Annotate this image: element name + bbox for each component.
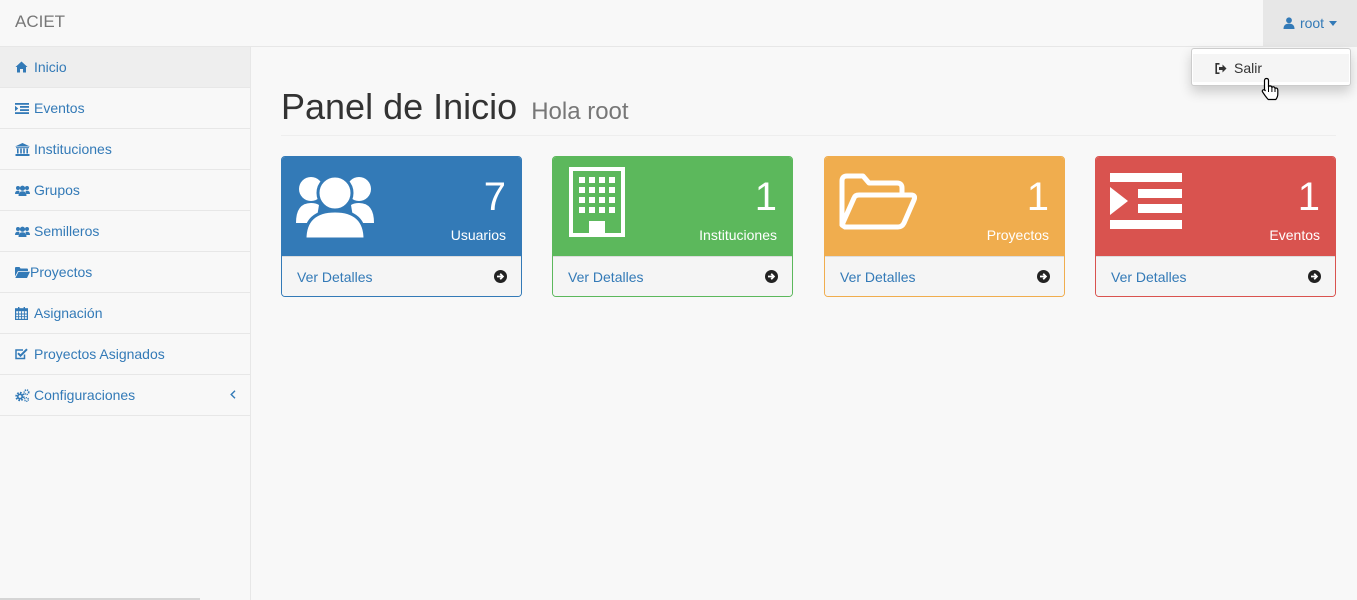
ver-detalles-instituciones-link[interactable]: Ver Detalles [553,256,792,296]
user-menu-toggle[interactable]: root [1263,0,1357,46]
panel-usuarios: 7 Usuarios Ver Detalles [281,156,522,297]
arrow-circle-right-icon [765,270,778,283]
sidebar-item-grupos[interactable]: Grupos [0,170,250,211]
panel-proyectos: 1 Proyectos Ver Detalles [824,156,1065,297]
building-icon [569,167,625,237]
sidebar: Inicio Eventos Instituciones Grupos Semi… [0,47,251,600]
logout-label: Salir [1234,60,1263,76]
ver-detalles-proyectos-link[interactable]: Ver Detalles [825,256,1064,296]
sidebar-item-semilleros[interactable]: Semilleros [0,211,250,252]
sidebar-item-label: Eventos [34,100,85,116]
footer-label: Ver Detalles [297,268,373,285]
sidebar-item-configuraciones[interactable]: Configuraciones [0,375,250,416]
page-header: Panel de Inicio Hola root [281,85,1336,136]
footer-label: Ver Detalles [840,268,916,285]
sidebar-item-label: Instituciones [34,141,112,157]
footer-label: Ver Detalles [568,268,644,285]
panel-heading: 1 Instituciones [553,157,792,256]
sidebar-item-label: Configuraciones [34,387,136,403]
sidebar-item-proyectos[interactable]: Proyectos [0,252,250,293]
caret-down-icon [1329,20,1338,26]
users-icon [15,226,30,237]
sidebar-item-label: Proyectos [30,264,93,280]
users-icon [296,174,374,239]
ver-detalles-eventos-link[interactable]: Ver Detalles [1096,256,1335,296]
panel-count: 1 [1297,175,1320,219]
panel-instituciones: 1 Instituciones Ver Detalles [552,156,793,297]
hand-pointer-cursor-icon [1261,77,1279,101]
sidebar-item-label: Grupos [34,182,80,198]
folder-open-icon [839,173,917,230]
page-title: Panel de Inicio Hola root [281,86,629,127]
sidebar-item-eventos[interactable]: Eventos [0,88,250,129]
users-icon [15,185,30,196]
bank-icon [15,142,30,156]
panel-label: Instituciones [699,227,777,243]
sidebar-item-label: Asignación [34,305,103,321]
sidebar-item-instituciones[interactable]: Instituciones [0,129,250,170]
panel-label: Proyectos [986,227,1049,243]
chevron-left-icon [230,390,236,399]
check-square-icon [15,348,28,360]
panel-count: 1 [754,175,777,219]
panel-label: Eventos [1269,227,1320,243]
sidebar-item-label: Inicio [34,59,67,75]
sidebar-item-asignacion[interactable]: Asignación [0,293,250,334]
ver-detalles-usuarios-link[interactable]: Ver Detalles [282,256,521,296]
arrow-circle-right-icon [1308,270,1321,283]
sidebar-item-inicio[interactable]: Inicio [0,47,250,88]
sidebar-item-label: Proyectos Asignados [34,346,165,362]
panel-heading: 1 Proyectos [825,157,1064,256]
panel-count: 1 [1026,175,1049,219]
sidebar-item-proyectos-asignados[interactable]: Proyectos Asignados [0,334,250,375]
panel-heading: 7 Usuarios [282,157,521,256]
user-icon [1283,17,1295,29]
folder-open-icon [15,266,30,278]
panel-heading: 1 Eventos [1096,157,1335,256]
indent-icon [15,102,29,114]
panel-count: 7 [483,175,506,219]
brand-logo[interactable]: ACIET [15,0,65,46]
arrow-circle-right-icon [1037,270,1050,283]
calendar-icon [15,306,28,320]
indent-icon [1110,173,1182,229]
sign-out-icon [1215,62,1227,74]
footer-label: Ver Detalles [1111,268,1187,285]
cogs-icon [15,388,30,402]
panel-label: Usuarios [450,227,506,243]
top-navbar: ACIET root [0,0,1357,47]
arrow-circle-right-icon [494,270,507,283]
page-subtitle: Hola root [531,98,629,125]
panel-eventos: 1 Eventos Ver Detalles [1095,156,1336,297]
user-name: root [1299,15,1325,31]
sidebar-item-label: Semilleros [34,223,100,239]
home-icon [15,61,28,73]
